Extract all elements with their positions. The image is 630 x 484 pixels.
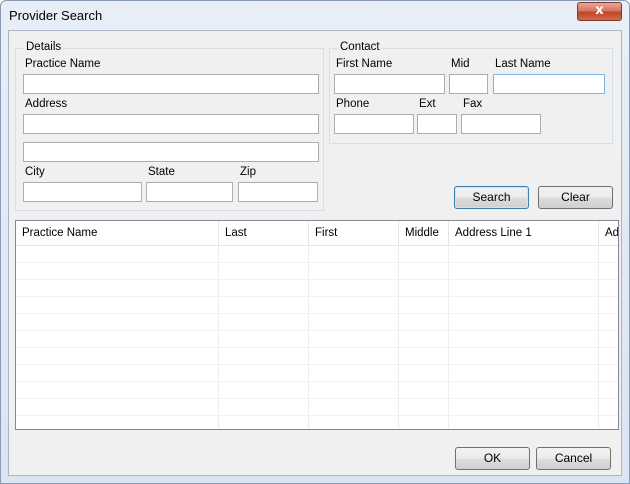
title-bar[interactable]: Provider Search x (1, 1, 629, 29)
address-line1-input[interactable] (23, 114, 319, 134)
column-divider (218, 245, 219, 429)
row-divider (16, 296, 618, 297)
row-divider (16, 415, 618, 416)
column-divider (398, 245, 399, 429)
column-divider (598, 245, 599, 429)
row-divider (16, 381, 618, 382)
column-header-address-line-2[interactable]: Ad (599, 221, 618, 245)
address-line2-input[interactable] (23, 142, 319, 162)
state-input[interactable] (146, 182, 233, 202)
column-header-first[interactable]: First (309, 221, 399, 245)
ext-input[interactable] (417, 114, 457, 134)
practice-name-input[interactable] (23, 74, 319, 94)
first-name-label: First Name (336, 58, 393, 70)
fax-label: Fax (463, 98, 483, 110)
zip-input[interactable] (238, 182, 318, 202)
city-label: City (25, 166, 45, 178)
dialog-body: Details Practice Name Address City State… (8, 30, 622, 476)
row-divider (16, 347, 618, 348)
column-header-middle[interactable]: Middle (399, 221, 449, 245)
column-divider (448, 245, 449, 429)
address-label: Address (25, 98, 68, 110)
row-divider (16, 262, 618, 263)
ok-button[interactable]: OK (455, 447, 530, 470)
close-button[interactable]: x (577, 2, 622, 21)
grid-header: Practice Name Last First Middle Address … (16, 221, 618, 246)
last-name-input[interactable] (493, 74, 605, 94)
row-divider (16, 313, 618, 314)
provider-search-dialog: Provider Search x Details Practice Name … (0, 0, 630, 484)
fax-input[interactable] (461, 114, 541, 134)
mid-label: Mid (451, 58, 470, 70)
search-button[interactable]: Search (454, 186, 529, 209)
contact-legend: Contact (338, 41, 382, 53)
close-icon: x (595, 3, 604, 18)
last-name-label: Last Name (495, 58, 551, 70)
state-label: State (148, 166, 175, 178)
column-header-practice-name[interactable]: Practice Name (16, 221, 219, 245)
results-grid[interactable]: Practice Name Last First Middle Address … (15, 220, 619, 430)
cancel-button[interactable]: Cancel (536, 447, 611, 470)
row-divider (16, 330, 618, 331)
city-input[interactable] (23, 182, 142, 202)
row-divider (16, 279, 618, 280)
window-title: Provider Search (9, 8, 103, 23)
column-header-address-line-1[interactable]: Address Line 1 (449, 221, 599, 245)
practice-name-label: Practice Name (25, 58, 101, 70)
row-divider (16, 364, 618, 365)
column-header-last[interactable]: Last (219, 221, 309, 245)
row-divider (16, 398, 618, 399)
zip-label: Zip (240, 166, 256, 178)
phone-label: Phone (336, 98, 370, 110)
ext-label: Ext (419, 98, 436, 110)
column-divider (308, 245, 309, 429)
phone-input[interactable] (334, 114, 414, 134)
details-legend: Details (24, 41, 64, 53)
first-name-input[interactable] (334, 74, 445, 94)
middle-name-input[interactable] (449, 74, 488, 94)
clear-button[interactable]: Clear (538, 186, 613, 209)
